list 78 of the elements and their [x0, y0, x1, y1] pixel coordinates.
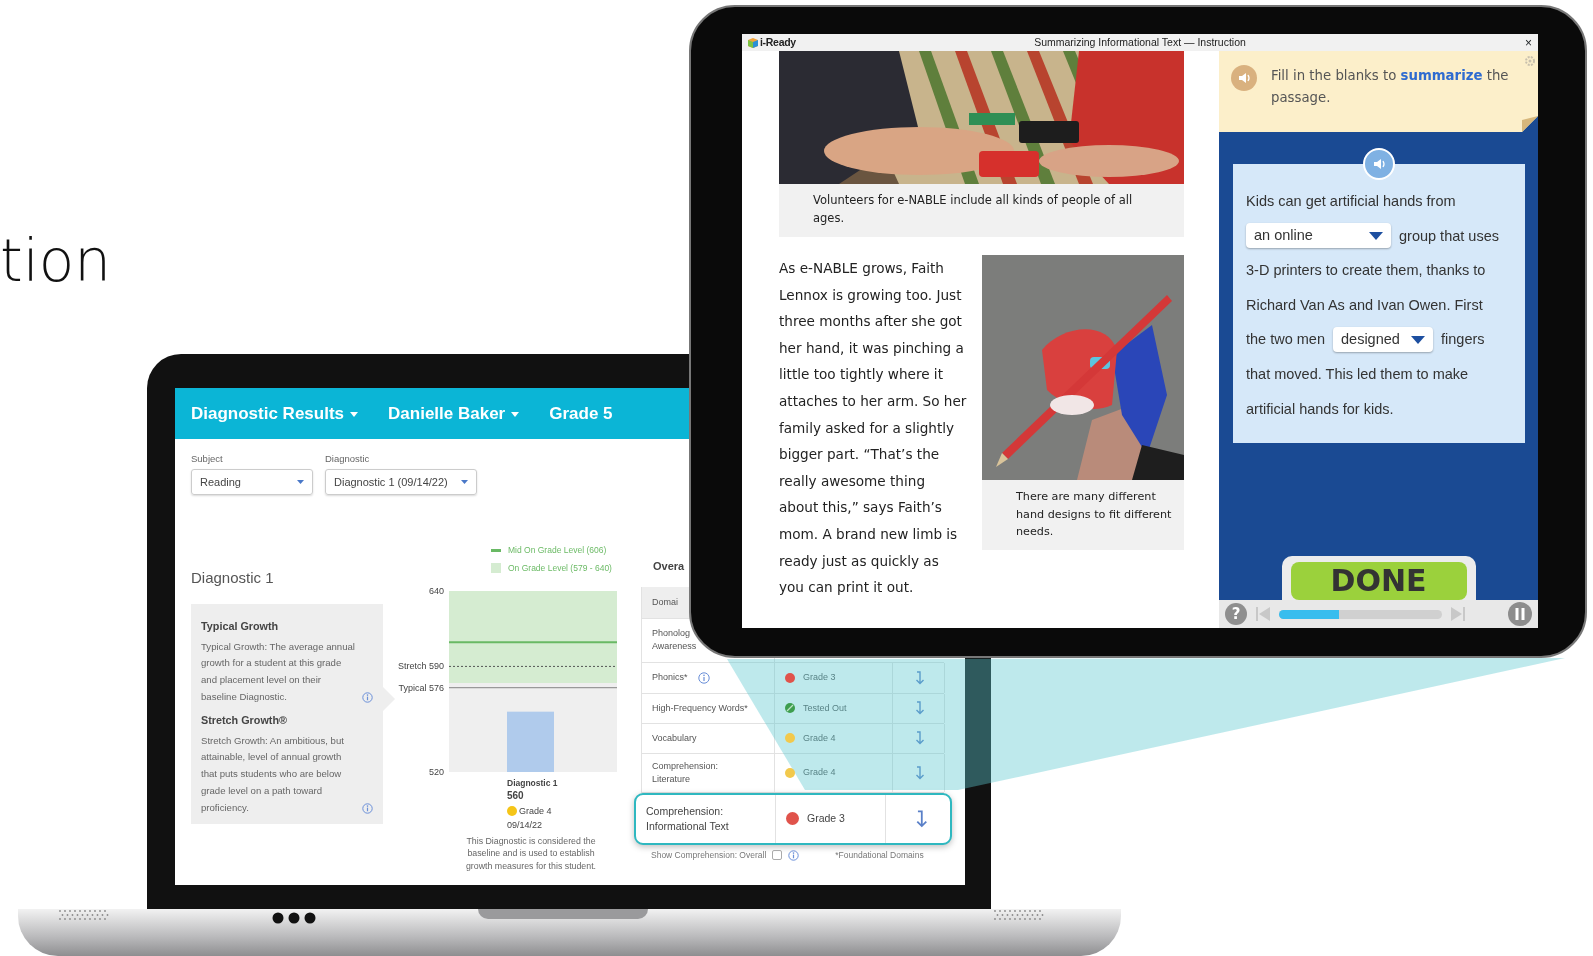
- summary-text: artificial hands for kids.: [1246, 399, 1394, 419]
- info-text: Typical Growth: The average annual growth for a student at this grade and placement level on their baseline Diagnostic.: [201, 639, 356, 704]
- next-icon[interactable]: [1450, 606, 1466, 622]
- dropdown-field[interactable]: an online: [1246, 223, 1391, 249]
- legend-label: On Grade Level (579 - 640): [508, 562, 612, 576]
- info-title: Stretch Growth®: [201, 712, 288, 728]
- summary-text: Kids can get artificial hands from: [1246, 192, 1456, 211]
- summary-text: group that uses: [1399, 226, 1499, 246]
- done-button[interactable]: DONE: [1290, 562, 1467, 600]
- table-title: Overa: [653, 559, 685, 575]
- legend-label: Mid On Grade Level (606): [508, 544, 607, 558]
- photo-caption: There are many different hand designs to fit different needs.: [982, 480, 1184, 550]
- select-field[interactable]: Reading: [191, 469, 313, 496]
- info-text: Stretch Growth: An ambitious, but attainable, level of annual growth that puts students who are below grade level on a path toward proficiency.: [201, 733, 345, 815]
- info-icon[interactable]: [788, 849, 800, 861]
- down-arrow-icon[interactable]: [913, 670, 924, 685]
- placement-label: Tested Out: [803, 701, 847, 715]
- table-cell: Comprehension: Informational Text: [646, 803, 729, 834]
- field-label: Diagnostic: [325, 452, 371, 466]
- placement-label: Grade 4: [803, 766, 836, 780]
- caret-icon: [297, 480, 304, 485]
- info-icon[interactable]: [362, 802, 373, 814]
- info-icon[interactable]: [697, 671, 710, 684]
- table-cell: Phonolog Awareness: [652, 627, 697, 654]
- info-title: Typical Growth: [201, 618, 280, 634]
- passage-text: As e-NABLE grows, Faith Lennox is growing too. Just three months after she got her hand, it was pinching a little too tightly where it attaches to her arm. So her family asked for a slightly bigger part. “That’s the really awesome thing about this,” says Faith’s mom. A brand new limb is ready just as quickly as you can print it out.: [779, 260, 967, 596]
- placement-label: Grade 3: [807, 811, 845, 827]
- instruction-text: Fill in the blanks to summarize the passage.: [1271, 67, 1510, 107]
- axis-label: Typical 576: [398, 682, 444, 693]
- placement-label: Grade 4: [803, 731, 836, 745]
- caret-icon: [1411, 335, 1425, 344]
- app-logo: i-Ready: [760, 34, 796, 50]
- axis-label: 640: [428, 586, 444, 597]
- table-cell: Vocabulary: [652, 731, 697, 745]
- placement-label: Grade 3: [803, 671, 836, 685]
- axis-label: 520: [428, 767, 444, 778]
- summary-text: fingers: [1441, 330, 1485, 350]
- gear-icon[interactable]: [1525, 56, 1535, 66]
- date-label: 09/14/22: [507, 819, 544, 833]
- info-icon[interactable]: [362, 691, 373, 703]
- field-label: Subject: [191, 452, 224, 466]
- caret-icon: [350, 411, 359, 417]
- down-arrow-icon[interactable]: [913, 765, 924, 780]
- table-cell: High-Frequency Words*: [652, 701, 748, 715]
- toggle-label: Show Comprehension: Overall: [651, 848, 767, 862]
- placement-label: Grade 4: [519, 804, 552, 818]
- down-arrow-icon[interactable]: [913, 731, 924, 746]
- window-title: Summarizing Informational Text — Instruction: [1034, 34, 1246, 50]
- footnote: *Foundational Domains: [835, 848, 924, 862]
- axis-label: Stretch 590: [397, 661, 444, 672]
- summary-text: the two men: [1246, 330, 1325, 350]
- photo-caption: Volunteers for e-NABLE include all kinds of people of all ages.: [779, 184, 1184, 237]
- checkbox[interactable]: [772, 850, 783, 861]
- down-arrow-icon[interactable]: [913, 701, 924, 716]
- score-value: 560: [507, 789, 525, 804]
- chart-note: This Diagnostic is considered the baseline and is used to establish growth measures for this student.: [464, 834, 598, 873]
- dropdown-field[interactable]: designed: [1333, 327, 1433, 353]
- previous-icon[interactable]: [1255, 606, 1271, 622]
- summary-text: that moved. This led them to make: [1246, 364, 1469, 384]
- caret-icon: [461, 480, 468, 485]
- select-field[interactable]: Diagnostic 1 (09/14/22): [325, 469, 477, 496]
- speaker-icon[interactable]: [1363, 148, 1395, 180]
- legend-line: [491, 548, 501, 552]
- summary-text: 3-D printers to create them, thanks to: [1246, 261, 1486, 281]
- close-button[interactable]: ×: [1525, 36, 1532, 49]
- table-cell: Comprehension: Literature: [652, 759, 719, 786]
- dots-icon: [272, 912, 316, 924]
- cube-icon: [748, 37, 758, 48]
- heading: tion: [0, 232, 112, 290]
- caret-icon: [511, 411, 520, 417]
- table-cell: Phonics*: [652, 671, 688, 685]
- category-label: Diagnostic 1: [507, 778, 558, 789]
- legend-swatch: [491, 563, 501, 574]
- pause-icon[interactable]: [1508, 602, 1532, 626]
- section-heading: Diagnostic 1: [191, 568, 275, 589]
- summary-text: Richard Van As and Ivan Owen. First: [1246, 295, 1483, 315]
- caret-icon: [1369, 231, 1383, 240]
- bar: [507, 711, 554, 773]
